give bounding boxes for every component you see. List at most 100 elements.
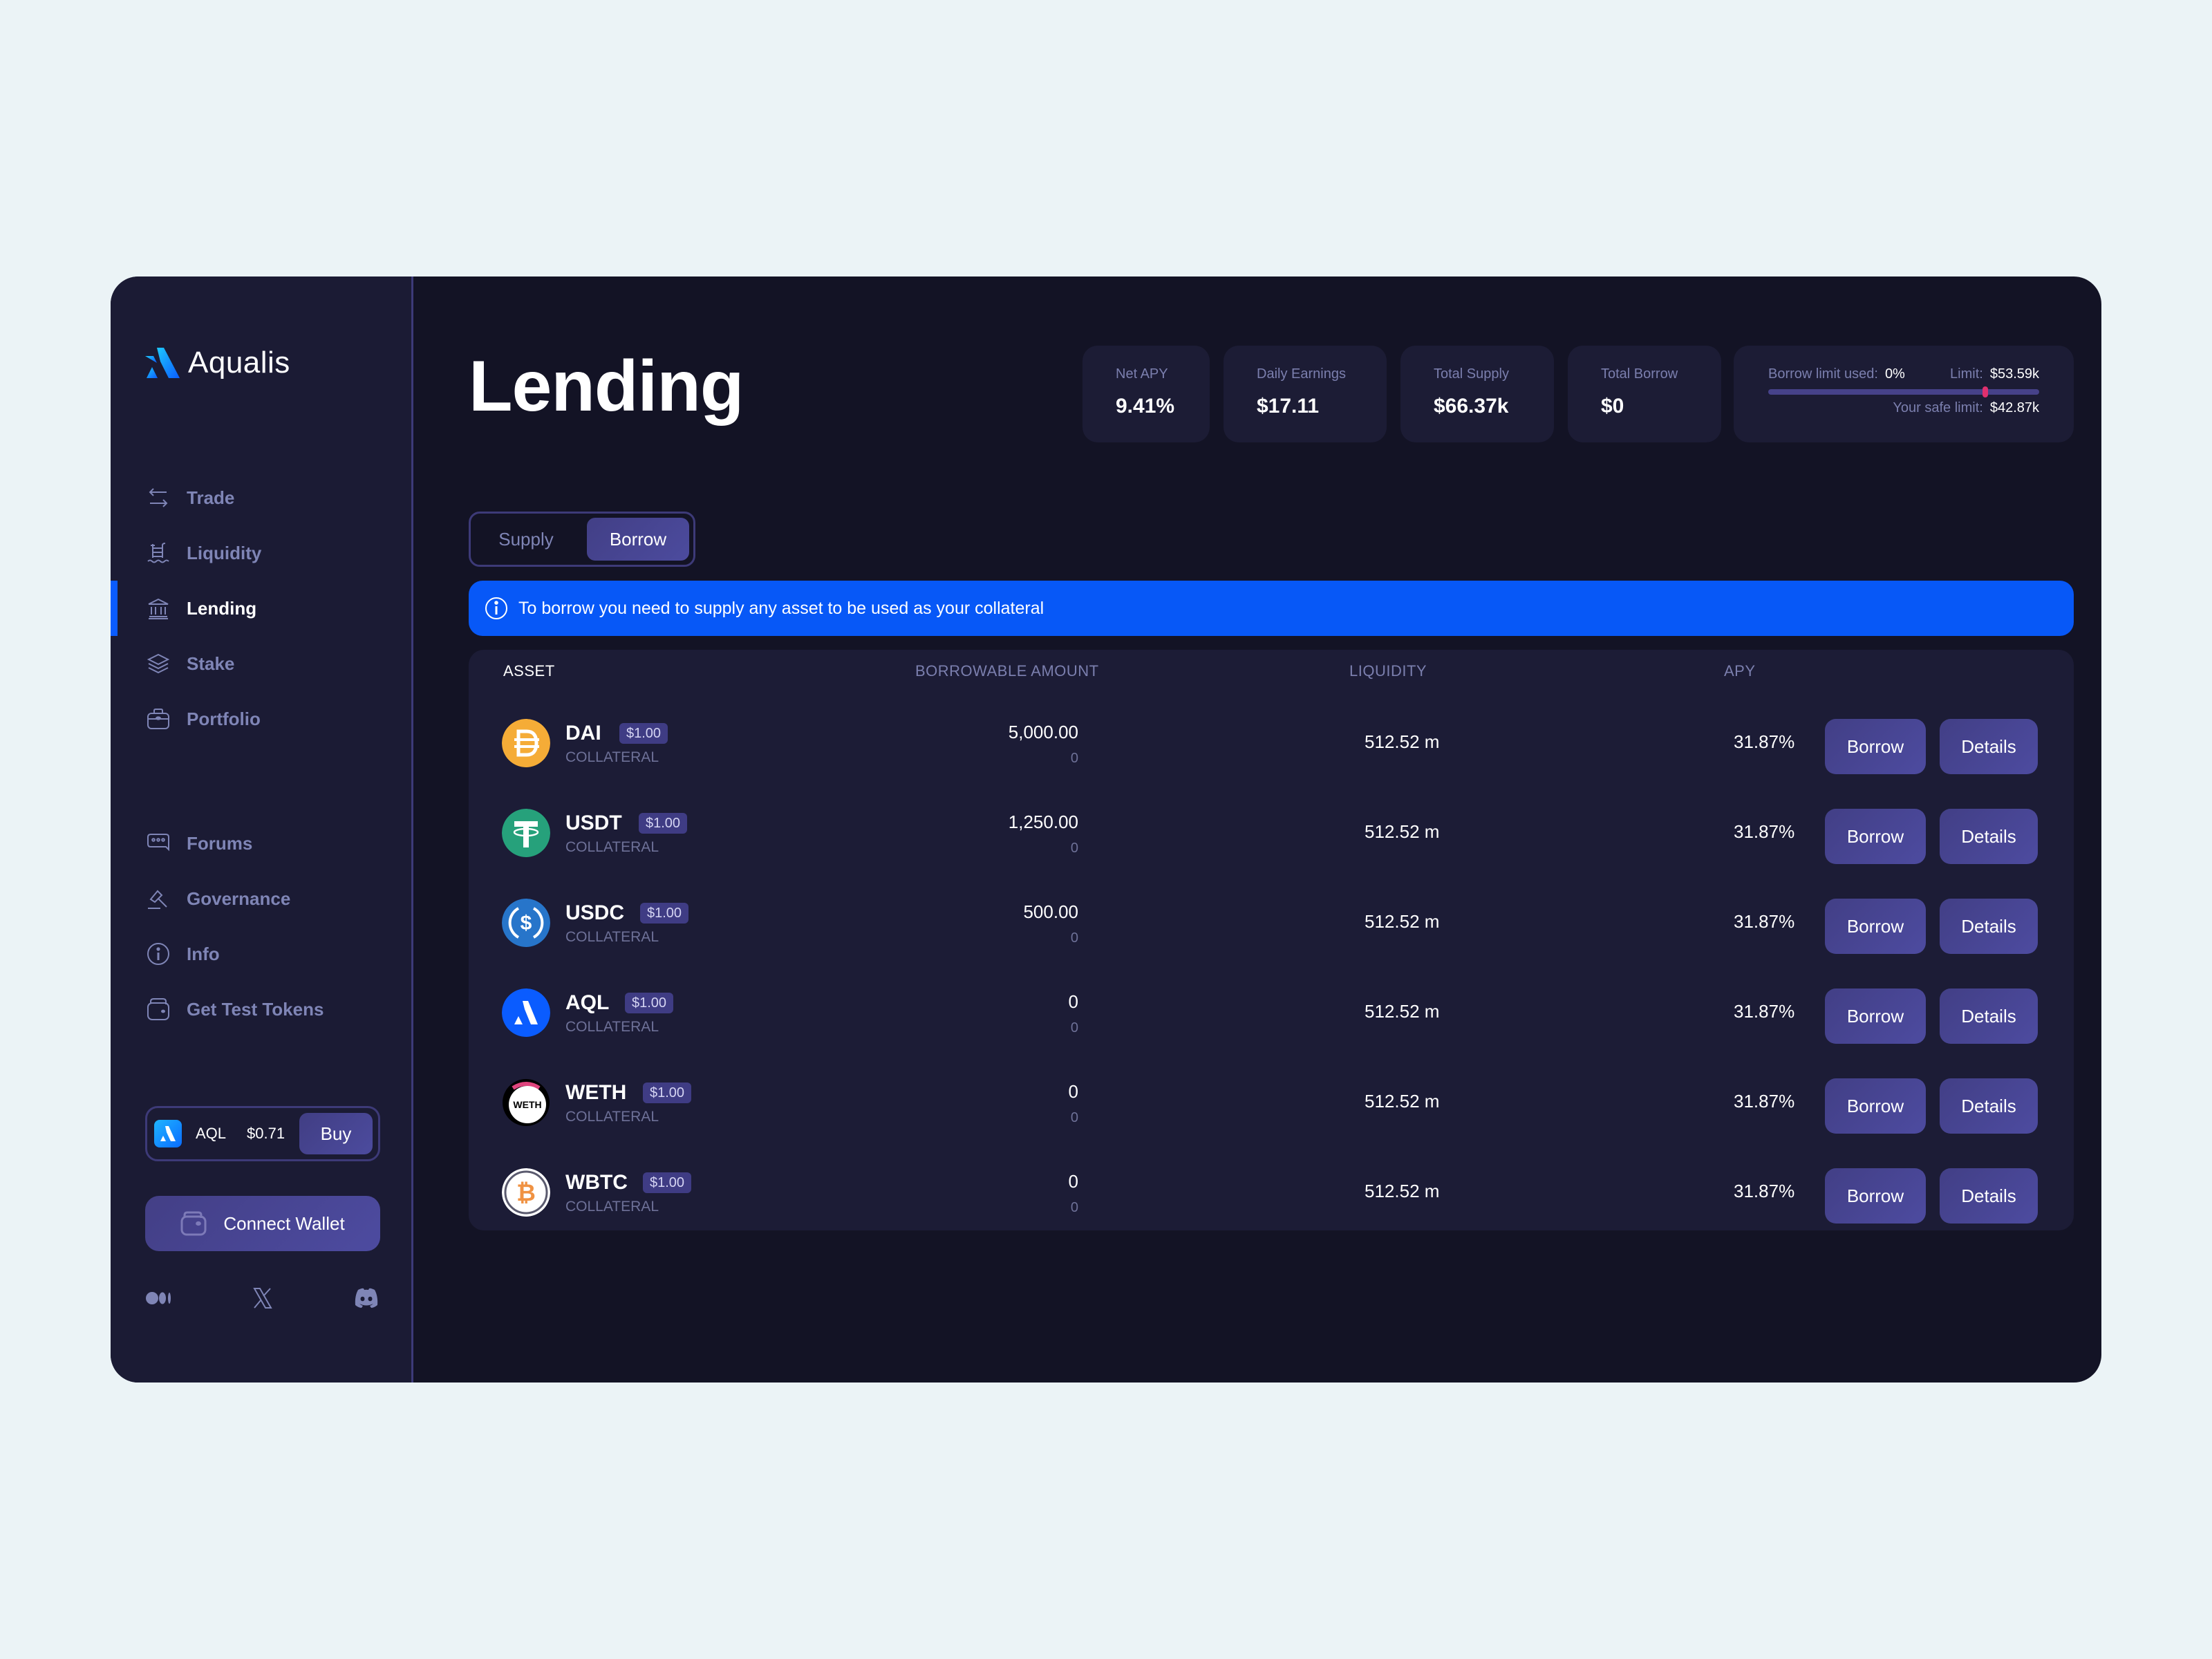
asset-price-badge: $1.00 — [639, 813, 688, 834]
table-row: ₿ WBTC $1.00 COLLATERAL 0 0 512.52 m 31.87% Borr… — [469, 1141, 2074, 1230]
sidebar-item-label: Governance — [187, 888, 291, 909]
stat-card-total-supply: Total Supply $66.37k — [1400, 346, 1554, 442]
borrow-limit-bar — [1768, 386, 2039, 397]
apy-value: 31.87% — [1734, 821, 1795, 842]
asset-price-badge: $1.00 — [643, 1082, 692, 1103]
briefcase-icon — [147, 707, 170, 731]
asset-price-badge: $1.00 — [625, 993, 674, 1013]
svg-text:₿: ₿ — [516, 1180, 536, 1206]
details-button[interactable]: Details — [1940, 719, 2038, 774]
sidebar-item-lending[interactable]: Lending — [111, 581, 411, 636]
safe-limit-label: Your safe limit: — [1893, 400, 1983, 415]
borrowable-amount-usd: 0 — [1070, 841, 1078, 856]
column-header-borrowable-amount[interactable]: BORROWABLE AMOUNT — [915, 662, 1099, 680]
discord-icon[interactable] — [353, 1286, 380, 1311]
sidebar-item-stake[interactable]: Stake — [111, 636, 411, 691]
asset-symbol: AQL — [565, 991, 610, 1014]
supply-borrow-toggle: Supply Borrow — [469, 512, 695, 567]
borrow-button[interactable]: Borrow — [1825, 719, 1926, 774]
stat-label: Daily Earnings — [1257, 366, 1346, 382]
borrow-button[interactable]: Borrow — [1825, 988, 1926, 1044]
info-icon — [147, 942, 170, 966]
collateral-tag: COLLATERAL — [565, 1109, 659, 1125]
buy-button[interactable]: Buy — [299, 1113, 373, 1154]
chat-bubble-icon — [147, 832, 170, 855]
tab-borrow[interactable]: Borrow — [587, 518, 689, 561]
stat-card-daily-earnings: Daily Earnings $17.11 — [1224, 346, 1387, 442]
info-banner: To borrow you need to supply any asset t… — [469, 581, 2074, 636]
liquidity-value: 512.52 m — [1365, 911, 1440, 932]
asset-symbol: WETH — [565, 1081, 627, 1104]
sidebar-item-forums[interactable]: Forums — [111, 816, 411, 871]
sidebar-item-portfolio[interactable]: Portfolio — [111, 691, 411, 747]
token-price: $0.71 — [247, 1125, 285, 1142]
sidebar-item-governance[interactable]: Governance — [111, 871, 411, 926]
collateral-tag: COLLATERAL — [565, 839, 659, 855]
stat-value: 9.41% — [1116, 395, 1175, 418]
sidebar-item-label: Get Test Tokens — [187, 998, 324, 1020]
connect-wallet-button[interactable]: Connect Wallet — [145, 1196, 380, 1251]
apy-value: 31.87% — [1734, 731, 1795, 752]
collateral-tag: COLLATERAL — [565, 1199, 659, 1215]
liquidity-value: 512.52 m — [1365, 821, 1440, 842]
asset-symbol: WBTC — [565, 1171, 628, 1194]
main-content: Lending Net APY 9.41% Daily Earnings $17… — [413, 276, 2101, 1382]
borrow-button[interactable]: Borrow — [1825, 899, 1926, 954]
safe-limit-marker — [1982, 386, 1988, 397]
borrowable-amount: 1,250.00 — [1008, 812, 1078, 832]
table-row: USDT $1.00 COLLATERAL 1,250.00 0 512.52 m 31.8… — [469, 781, 2074, 871]
borrow-button[interactable]: Borrow — [1825, 1078, 1926, 1134]
brand-logo[interactable]: Aqualis — [145, 346, 290, 380]
x-icon[interactable] — [249, 1286, 276, 1311]
borrowable-amount: 500.00 — [1023, 901, 1078, 922]
weth-coin-icon: WETH — [502, 1078, 550, 1127]
sidebar-item-get-test-tokens[interactable]: Get Test Tokens — [111, 982, 411, 1037]
stat-label: Total Supply — [1434, 366, 1509, 382]
stat-value: $17.11 — [1257, 395, 1320, 418]
usdt-coin-icon — [502, 809, 550, 857]
stat-value: $66.37k — [1434, 395, 1509, 418]
borrowable-amount-usd: 0 — [1070, 1110, 1078, 1125]
borrow-limit-used-label: Borrow limit used: — [1768, 366, 1878, 382]
stat-value: $0 — [1601, 395, 1624, 418]
sidebar-item-label: Portfolio — [187, 708, 261, 729]
sidebar: Aqualis Trade Liquidity Lending Stake Po… — [111, 276, 413, 1382]
apy-value: 31.87% — [1734, 1001, 1795, 1022]
wallet-icon — [147, 997, 170, 1021]
layers-icon — [147, 652, 170, 675]
details-button[interactable]: Details — [1940, 1168, 2038, 1224]
pool-ladder-icon — [147, 541, 170, 565]
medium-icon[interactable] — [145, 1286, 173, 1311]
details-button[interactable]: Details — [1940, 899, 2038, 954]
sidebar-item-liquidity[interactable]: Liquidity — [111, 525, 411, 581]
collateral-tag: COLLATERAL — [565, 749, 659, 765]
column-header-asset[interactable]: ASSET — [503, 662, 555, 680]
sidebar-item-info[interactable]: Info — [111, 926, 411, 982]
borrow-button[interactable]: Borrow — [1825, 1168, 1926, 1224]
table-row: $ USDC $1.00 COLLATERAL 500.00 0 512.52 m 31.87… — [469, 871, 2074, 961]
details-button[interactable]: Details — [1940, 809, 2038, 864]
wbtc-coin-icon: ₿ — [502, 1168, 550, 1217]
collateral-tag: COLLATERAL — [565, 929, 659, 945]
stat-card-total-borrow: Total Borrow $0 — [1568, 346, 1721, 442]
sidebar-item-trade[interactable]: Trade — [111, 470, 411, 525]
details-button[interactable]: Details — [1940, 1078, 2038, 1134]
column-header-liquidity[interactable]: LIQUIDITY — [1349, 662, 1427, 680]
secondary-nav: Forums Governance Info Get Test Tokens — [111, 816, 411, 1037]
token-symbol: AQL — [196, 1125, 227, 1142]
borrowable-amount: 5,000.00 — [1008, 722, 1078, 742]
tab-supply[interactable]: Supply — [471, 518, 581, 561]
details-button[interactable]: Details — [1940, 988, 2038, 1044]
borrowable-amount-usd: 0 — [1070, 751, 1078, 766]
asset-price-badge: $1.00 — [619, 723, 668, 744]
usdc-coin-icon: $ — [502, 899, 550, 947]
sidebar-item-label: Liquidity — [187, 542, 262, 563]
borrowable-amount-usd: 0 — [1070, 1200, 1078, 1215]
table-row: WETH WETH $1.00 COLLATERAL 0 0 512.52 m 31.87% B… — [469, 1051, 2074, 1141]
liquidity-value: 512.52 m — [1365, 731, 1440, 752]
info-icon — [485, 597, 507, 619]
borrow-button[interactable]: Borrow — [1825, 809, 1926, 864]
column-header-apy[interactable]: APY — [1724, 662, 1756, 680]
borrowable-amount: 0 — [1068, 991, 1078, 1012]
asset-symbol: DAI — [565, 722, 601, 744]
